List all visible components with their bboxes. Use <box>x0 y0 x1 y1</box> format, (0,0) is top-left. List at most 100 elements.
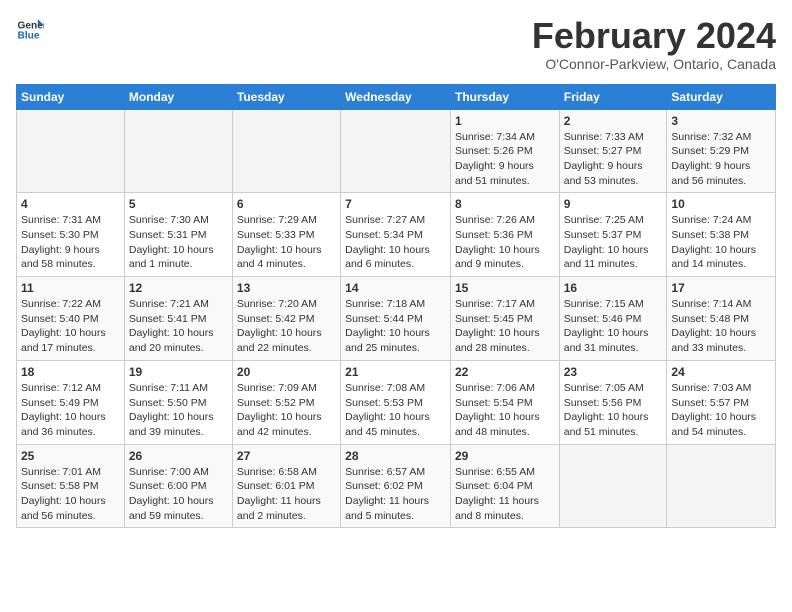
table-row: 28Sunrise: 6:57 AMSunset: 6:02 PMDayligh… <box>341 444 451 528</box>
day-info: Sunrise: 7:15 AMSunset: 5:46 PMDaylight:… <box>564 297 663 356</box>
day-number: 22 <box>455 365 555 379</box>
svg-text:Blue: Blue <box>18 31 40 42</box>
table-row: 4 Sunrise: 7:31 AMSunset: 5:30 PMDaylight… <box>17 193 125 277</box>
day-number: 17 <box>671 281 771 295</box>
day-number: 6 <box>237 197 336 211</box>
table-row: 9 Sunrise: 7:25 AMSunset: 5:37 PMDaylight… <box>559 193 667 277</box>
day-number: 19 <box>129 365 228 379</box>
table-row: 11Sunrise: 7:22 AMSunset: 5:40 PMDayligh… <box>17 277 125 361</box>
logo: General Blue <box>16 16 44 44</box>
day-info: Sunrise: 7:26 AMSunset: 5:36 PMDaylight:… <box>455 213 555 272</box>
day-number: 26 <box>129 449 228 463</box>
day-info: Sunrise: 7:32 AMSunset: 5:29 PMDaylight:… <box>671 130 771 189</box>
day-info: Sunrise: 7:17 AMSunset: 5:45 PMDaylight:… <box>455 297 555 356</box>
day-number: 5 <box>129 197 228 211</box>
day-info: Sunrise: 7:11 AMSunset: 5:50 PMDaylight:… <box>129 381 228 440</box>
title-area: February 2024 O'Connor-Parkview, Ontario… <box>532 16 776 72</box>
table-row <box>667 444 776 528</box>
table-row: 3 Sunrise: 7:32 AMSunset: 5:29 PMDaylight… <box>667 109 776 193</box>
day-number: 9 <box>564 197 663 211</box>
header-thursday: Thursday <box>450 84 559 109</box>
calendar-week-0: 1 Sunrise: 7:34 AMSunset: 5:26 PMDaylight… <box>17 109 776 193</box>
header: General Blue February 2024 O'Connor-Park… <box>16 16 776 72</box>
calendar-week-1: 4 Sunrise: 7:31 AMSunset: 5:30 PMDaylight… <box>17 193 776 277</box>
day-info: Sunrise: 7:21 AMSunset: 5:41 PMDaylight:… <box>129 297 228 356</box>
day-info: Sunrise: 7:03 AMSunset: 5:57 PMDaylight:… <box>671 381 771 440</box>
day-info: Sunrise: 7:05 AMSunset: 5:56 PMDaylight:… <box>564 381 663 440</box>
table-row: 7 Sunrise: 7:27 AMSunset: 5:34 PMDaylight… <box>341 193 451 277</box>
day-number: 2 <box>564 114 663 128</box>
day-number: 21 <box>345 365 446 379</box>
table-row: 20 Sunrise: 7:09 AMSunset: 5:52 PMDayligh… <box>232 360 340 444</box>
day-info: Sunrise: 7:08 AMSunset: 5:53 PMDaylight:… <box>345 381 446 440</box>
day-info: Sunrise: 7:06 AMSunset: 5:54 PMDaylight:… <box>455 381 555 440</box>
table-row: 8 Sunrise: 7:26 AMSunset: 5:36 PMDaylight… <box>450 193 559 277</box>
header-wednesday: Wednesday <box>341 84 451 109</box>
day-number: 14 <box>345 281 446 295</box>
calendar-title: February 2024 <box>532 16 776 56</box>
day-number: 7 <box>345 197 446 211</box>
table-row: 18 Sunrise: 7:12 AMSunset: 5:49 PMDayligh… <box>17 360 125 444</box>
day-info: Sunrise: 7:34 AMSunset: 5:26 PMDaylight:… <box>455 130 555 189</box>
day-number: 29 <box>455 449 555 463</box>
day-number: 1 <box>455 114 555 128</box>
table-row: 15 Sunrise: 7:17 AMSunset: 5:45 PMDayligh… <box>450 277 559 361</box>
day-info: Sunrise: 6:55 AMSunset: 6:04 PMDaylight:… <box>455 465 555 524</box>
logo-icon: General Blue <box>16 16 44 44</box>
day-number: 28 <box>345 449 446 463</box>
day-info: Sunrise: 7:31 AMSunset: 5:30 PMDaylight:… <box>21 213 120 272</box>
day-info: Sunrise: 7:09 AMSunset: 5:52 PMDaylight:… <box>237 381 336 440</box>
day-info: Sunrise: 7:29 AMSunset: 5:33 PMDaylight:… <box>237 213 336 272</box>
day-number: 23 <box>564 365 663 379</box>
table-row: 1 Sunrise: 7:34 AMSunset: 5:26 PMDaylight… <box>450 109 559 193</box>
day-info: Sunrise: 7:00 AMSunset: 6:00 PMDaylight:… <box>129 465 228 524</box>
header-tuesday: Tuesday <box>232 84 340 109</box>
table-row <box>232 109 340 193</box>
table-row: 21 Sunrise: 7:08 AMSunset: 5:53 PMDayligh… <box>341 360 451 444</box>
day-info: Sunrise: 7:14 AMSunset: 5:48 PMDaylight:… <box>671 297 771 356</box>
calendar-week-3: 18 Sunrise: 7:12 AMSunset: 5:49 PMDayligh… <box>17 360 776 444</box>
table-row: 14 Sunrise: 7:18 AMSunset: 5:44 PMDayligh… <box>341 277 451 361</box>
day-info: Sunrise: 6:58 AMSunset: 6:01 PMDaylight:… <box>237 465 336 524</box>
header-sunday: Sunday <box>17 84 125 109</box>
day-number: 16 <box>564 281 663 295</box>
calendar-subtitle: O'Connor-Parkview, Ontario, Canada <box>532 56 776 72</box>
day-number: 18 <box>21 365 120 379</box>
day-number: 13 <box>237 281 336 295</box>
table-row: 25 Sunrise: 7:01 AMSunset: 5:58 PMDayligh… <box>17 444 125 528</box>
day-number: 4 <box>21 197 120 211</box>
day-info: Sunrise: 7:24 AMSunset: 5:38 PMDaylight:… <box>671 213 771 272</box>
table-row: 16 Sunrise: 7:15 AMSunset: 5:46 PMDayligh… <box>559 277 667 361</box>
table-row: 10Sunrise: 7:24 AMSunset: 5:38 PMDayligh… <box>667 193 776 277</box>
day-info: Sunrise: 7:27 AMSunset: 5:34 PMDaylight:… <box>345 213 446 272</box>
table-row: 29 Sunrise: 6:55 AMSunset: 6:04 PMDayligh… <box>450 444 559 528</box>
day-number: 3 <box>671 114 771 128</box>
table-row <box>559 444 667 528</box>
header-saturday: Saturday <box>667 84 776 109</box>
table-row: 6 Sunrise: 7:29 AMSunset: 5:33 PMDaylight… <box>232 193 340 277</box>
table-row: 2 Sunrise: 7:33 AMSunset: 5:27 PMDaylight… <box>559 109 667 193</box>
day-info: Sunrise: 7:12 AMSunset: 5:49 PMDaylight:… <box>21 381 120 440</box>
table-row: 27 Sunrise: 6:58 AMSunset: 6:01 PMDayligh… <box>232 444 340 528</box>
day-number: 25 <box>21 449 120 463</box>
day-number: 8 <box>455 197 555 211</box>
table-row: 13 Sunrise: 7:20 AMSunset: 5:42 PMDayligh… <box>232 277 340 361</box>
day-number: 11 <box>21 281 120 295</box>
day-info: Sunrise: 7:25 AMSunset: 5:37 PMDaylight:… <box>564 213 663 272</box>
day-number: 27 <box>237 449 336 463</box>
day-number: 20 <box>237 365 336 379</box>
table-row: 19 Sunrise: 7:11 AMSunset: 5:50 PMDayligh… <box>124 360 232 444</box>
day-info: Sunrise: 7:20 AMSunset: 5:42 PMDaylight:… <box>237 297 336 356</box>
header-friday: Friday <box>559 84 667 109</box>
calendar-week-2: 11Sunrise: 7:22 AMSunset: 5:40 PMDayligh… <box>17 277 776 361</box>
day-number: 15 <box>455 281 555 295</box>
table-row: 22 Sunrise: 7:06 AMSunset: 5:54 PMDayligh… <box>450 360 559 444</box>
table-row <box>124 109 232 193</box>
day-info: Sunrise: 7:33 AMSunset: 5:27 PMDaylight:… <box>564 130 663 189</box>
table-row: 5Sunrise: 7:30 AMSunset: 5:31 PMDaylight… <box>124 193 232 277</box>
header-monday: Monday <box>124 84 232 109</box>
day-info: Sunrise: 7:18 AMSunset: 5:44 PMDaylight:… <box>345 297 446 356</box>
day-info: Sunrise: 7:01 AMSunset: 5:58 PMDaylight:… <box>21 465 120 524</box>
day-number: 12 <box>129 281 228 295</box>
table-row: 23 Sunrise: 7:05 AMSunset: 5:56 PMDayligh… <box>559 360 667 444</box>
